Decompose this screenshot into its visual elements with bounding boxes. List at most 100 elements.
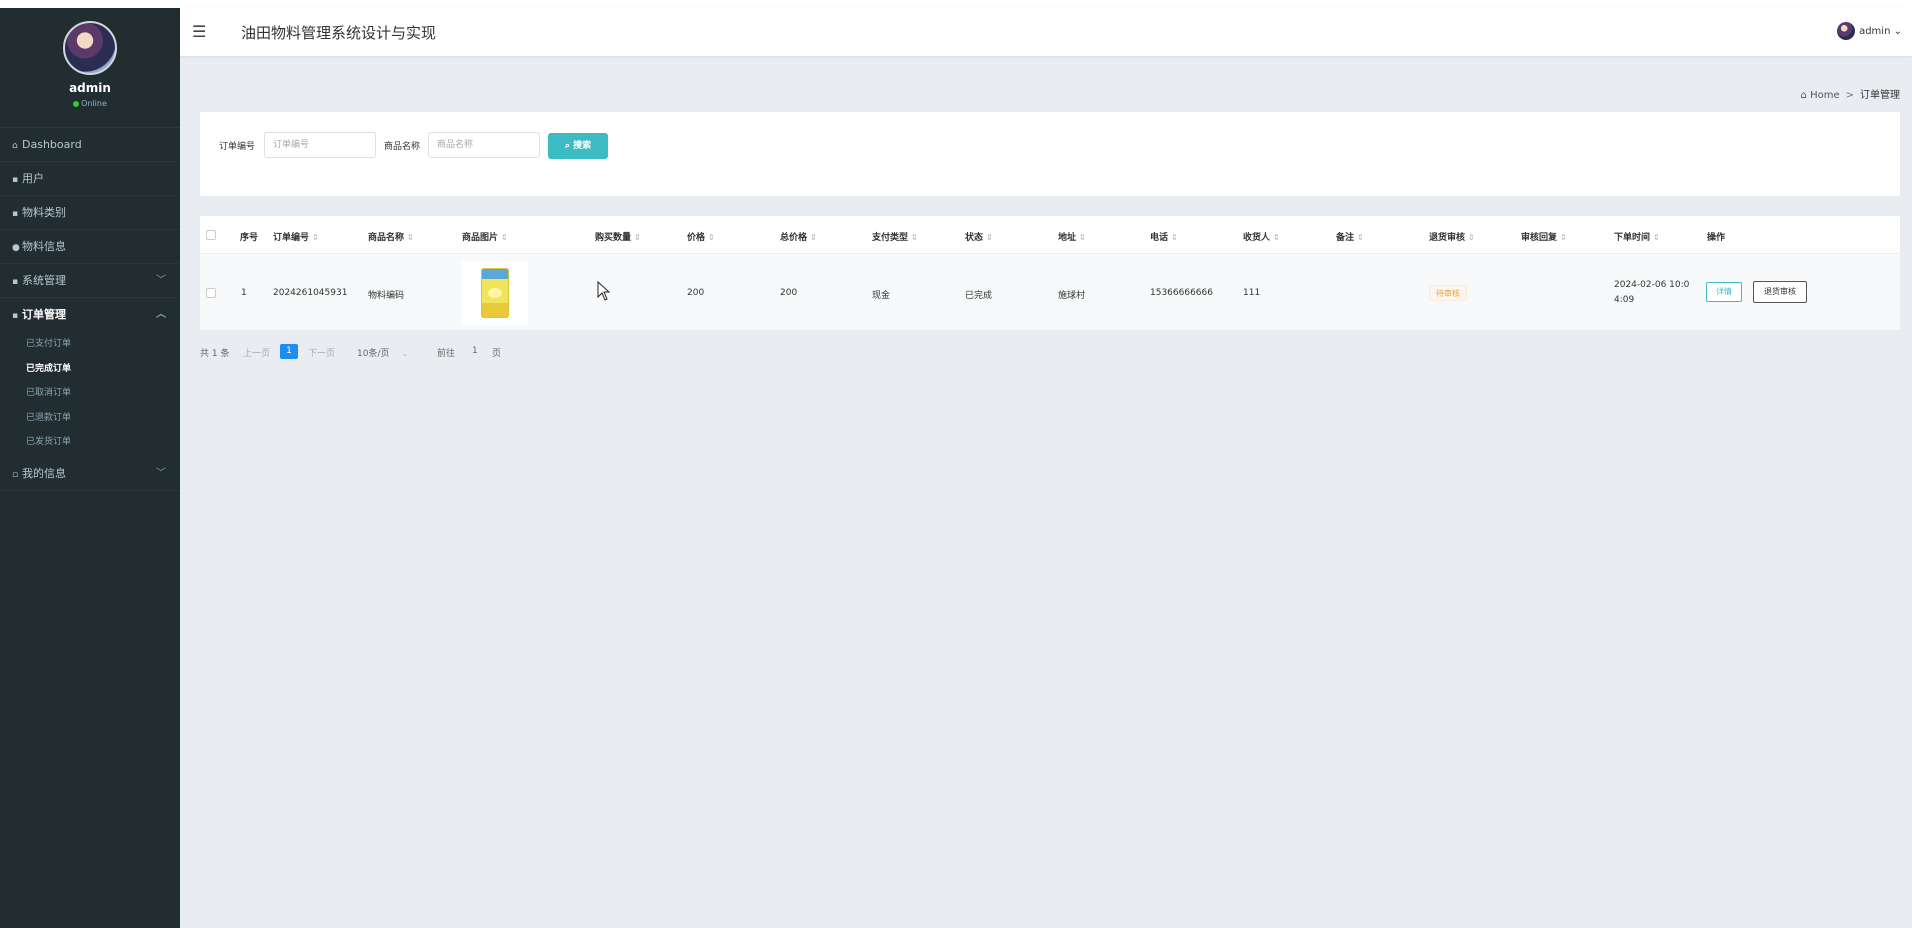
chevron-down-icon: ⌄ (401, 349, 409, 358)
sort-icon[interactable]: ⇕ (1079, 233, 1086, 242)
cell-total: 200 (780, 288, 798, 298)
orders-table: 序号 订单编号 ⇕ 商品名称 ⇕ 商品图片 ⇕ 购买数量 ⇕ 价格 ⇕ 总价格 ⇕ 支付类型… (200, 216, 1900, 330)
header-user-menu[interactable]: admin ⌄ (1837, 22, 1902, 40)
breadcrumb: ⌂ Home > 订单管理 (1801, 86, 1900, 101)
cell-order-no: 2024261045931 (273, 288, 348, 298)
col-label: 下单时间 (1614, 233, 1651, 243)
cell-product-name: 物料编码 (368, 291, 405, 301)
sidebar-item-material-info[interactable]: ● 物料信息 (0, 230, 180, 264)
cell-index: 1 (241, 288, 247, 298)
submenu-completed-orders[interactable]: 已完成订单 (0, 357, 180, 382)
sort-icon[interactable]: ⇕ (501, 233, 508, 242)
cell-order-time: 2024-02-06 10:0 4:09 (1614, 278, 1689, 308)
user-status-text: Online (81, 99, 107, 108)
header-user-name: admin (1859, 26, 1891, 37)
col-order-no[interactable]: 订单编号 ⇕ (273, 230, 319, 243)
return-audit-button[interactable]: 退货审核 (1753, 281, 1807, 303)
search-button-label: 搜索 (573, 141, 592, 151)
pagination-total: 共 1 条 (200, 349, 230, 359)
order-no-label: 订单编号 (219, 142, 256, 152)
col-price[interactable]: 价格 ⇕ (687, 230, 715, 243)
breadcrumb-separator: > (1845, 90, 1854, 101)
table-row: 1 2024261045931 物料编码 200 200 现金 已完成 施球村 … (200, 255, 1900, 330)
col-label: 地址 (1058, 233, 1077, 243)
sort-icon[interactable]: ⇕ (708, 233, 715, 242)
row-checkbox[interactable] (206, 288, 216, 298)
col-product-name[interactable]: 商品名称 ⇕ (368, 230, 414, 243)
product-image[interactable] (462, 261, 528, 325)
submenu-cancelled-orders[interactable]: 已取消订单 (0, 381, 180, 406)
goto-label: 前往 (437, 349, 456, 359)
select-all-checkbox[interactable] (206, 230, 216, 240)
sort-icon[interactable]: ⇕ (1171, 233, 1178, 242)
menu-toggle-icon[interactable]: ☰ (192, 22, 206, 41)
goto-suffix: 页 (492, 349, 502, 359)
product-name-input[interactable]: 商品名称 (428, 132, 540, 158)
detail-button[interactable]: 详情 (1706, 282, 1742, 302)
sidebar-item-dashboard[interactable]: ⌂ Dashboard (0, 128, 180, 162)
col-total[interactable]: 总价格 ⇕ (780, 230, 817, 243)
sidebar-item-my-info[interactable]: ▫ 我的信息 ﹀ (0, 457, 180, 491)
col-label: 支付类型 (872, 233, 909, 243)
submenu-paid-orders[interactable]: 已支付订单 (0, 332, 180, 357)
col-label: 商品名称 (368, 233, 405, 243)
col-remark[interactable]: 备注 ⇕ (1336, 230, 1364, 243)
sidebar-item-orders[interactable]: ▪ 订单管理 ︿ (0, 298, 180, 332)
cell-phone: 15366666666 (1150, 288, 1213, 298)
sidebar-item-label: 用户 (22, 172, 44, 185)
grid-icon: ▪ (12, 175, 19, 185)
sidebar-item-system[interactable]: ▪ 系统管理 ﹀ (0, 264, 180, 298)
prev-page-button[interactable]: 上一页 (243, 346, 270, 359)
col-phone[interactable]: 电话 ⇕ (1150, 230, 1178, 243)
sort-icon[interactable]: ⇕ (810, 233, 817, 242)
sort-icon[interactable]: ⇕ (911, 233, 918, 242)
sort-icon[interactable]: ⇕ (1357, 233, 1364, 242)
sidebar-item-users[interactable]: ▪ 用户 (0, 162, 180, 196)
col-product-image[interactable]: 商品图片 ⇕ (462, 230, 508, 243)
orders-submenu: 已支付订单 已完成订单 已取消订单 已退款订单 已发货订单 (0, 332, 180, 457)
submenu-shipped-orders[interactable]: 已发货订单 (0, 430, 180, 455)
page-size-select[interactable]: 10条/页 ⌄ (357, 346, 408, 359)
sidebar-item-label: 我的信息 (22, 466, 66, 480)
col-audit-reply[interactable]: 审核回复 ⇕ (1521, 230, 1567, 243)
col-quantity[interactable]: 购买数量 ⇕ (595, 230, 641, 243)
col-label: 状态 (965, 233, 984, 243)
next-page-button[interactable]: 下一页 (308, 346, 335, 359)
goto-page-input[interactable]: 1 (472, 346, 478, 356)
col-order-time[interactable]: 下单时间 ⇕ (1614, 230, 1660, 243)
sort-icon[interactable]: ⇕ (407, 233, 414, 242)
table-header: 序号 订单编号 ⇕ 商品名称 ⇕ 商品图片 ⇕ 购买数量 ⇕ 价格 ⇕ 总价格 ⇕ 支付类型… (200, 216, 1900, 254)
sort-icon[interactable]: ⇕ (312, 233, 319, 242)
sort-icon[interactable]: ⇕ (634, 233, 641, 242)
sidebar-item-material-category[interactable]: ▪ 物料类别 (0, 196, 180, 230)
search-icon: ⌕ (564, 141, 570, 151)
breadcrumb-home[interactable]: ⌂ Home (1801, 90, 1840, 101)
col-label: 购买数量 (595, 233, 632, 243)
sidebar: admin Online ⌂ Dashboard ▪ 用户 ▪ 物料类别 ● 物料信息 … (0, 8, 180, 928)
submenu-refunded-orders[interactable]: 已退款订单 (0, 406, 180, 431)
col-label: 电话 (1150, 233, 1169, 243)
top-header: ☰ 油田物料管理系统设计与实现 admin ⌄ (180, 8, 1912, 56)
sort-icon[interactable]: ⇕ (986, 233, 993, 242)
sort-icon[interactable]: ⇕ (1468, 233, 1475, 242)
col-status[interactable]: 状态 ⇕ (965, 230, 993, 243)
search-button[interactable]: ⌕ 搜索 (548, 133, 608, 159)
col-label: 总价格 (780, 233, 808, 243)
col-pay-type[interactable]: 支付类型 ⇕ (872, 230, 918, 243)
home-icon: ⌂ (1800, 90, 1807, 101)
col-receiver[interactable]: 收货人 ⇕ (1243, 230, 1280, 243)
sidebar-item-label: Dashboard (22, 138, 82, 151)
sort-icon[interactable]: ⇕ (1273, 233, 1280, 242)
col-label: 备注 (1336, 233, 1355, 243)
order-no-input[interactable]: 订单编号 (264, 132, 376, 158)
grid-icon: ▪ (12, 209, 19, 219)
col-address[interactable]: 地址 ⇕ (1058, 230, 1086, 243)
chevron-down-icon: ⌄ (1893, 26, 1902, 37)
page-1-button[interactable]: 1 (280, 344, 298, 359)
col-return-audit[interactable]: 退货审核 ⇕ (1429, 230, 1475, 243)
col-label: 商品图片 (462, 233, 499, 243)
avatar (63, 21, 117, 75)
sort-icon[interactable]: ⇕ (1560, 233, 1567, 242)
product-name-label: 商品名称 (384, 142, 421, 152)
sort-icon[interactable]: ⇕ (1653, 233, 1660, 242)
